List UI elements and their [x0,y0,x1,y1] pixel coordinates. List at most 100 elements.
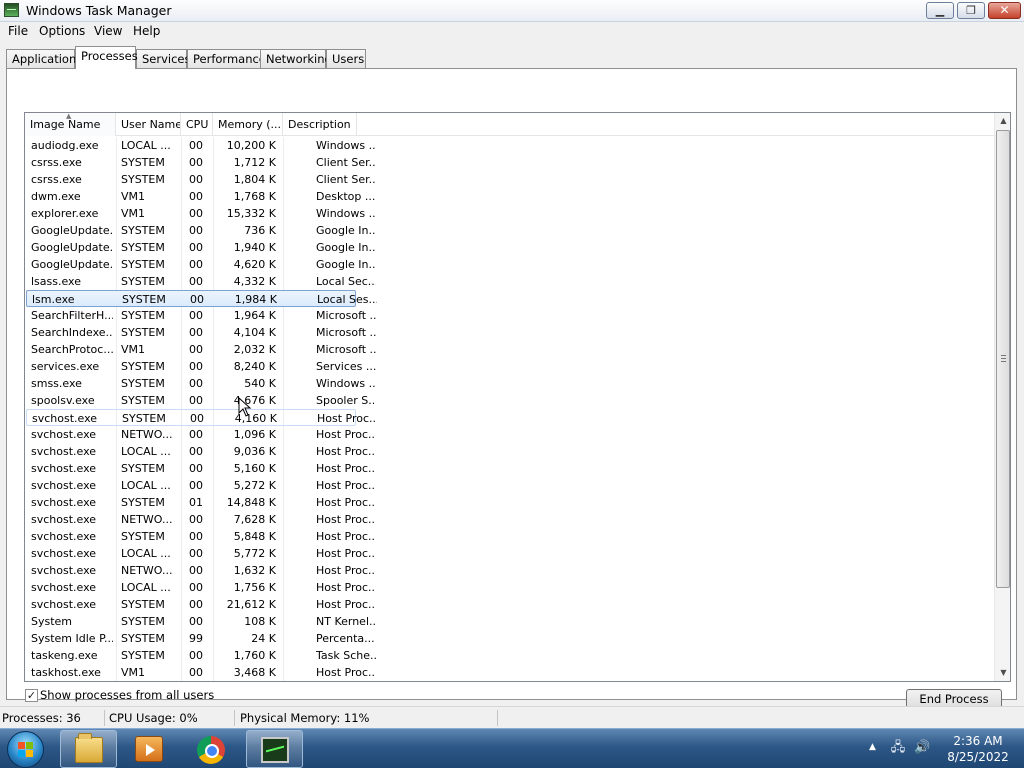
table-row[interactable]: explorer.exe VM1 00 15,332 K Windows ... [26,205,376,222]
process-cpu: 00 [189,275,203,288]
show-all-users-checkbox[interactable]: ✓ [25,689,38,702]
taskbar-task-manager-button[interactable] [246,730,303,768]
taskbar-chrome-button[interactable] [183,730,240,768]
table-row[interactable]: SearchIndexe... SYSTEM 00 4,104 K Microsoft … [26,324,376,341]
vertical-scrollbar[interactable]: ▲ ▼ [994,113,1010,681]
table-row[interactable]: svchost.exe NETWO... 00 1,096 K Host Proc... [26,426,376,443]
table-row[interactable]: csrss.exe SYSTEM 00 1,804 K Client Ser... [26,171,376,188]
table-row[interactable]: SearchFilterH... SYSTEM 00 1,964 K Microsoft… [26,307,376,324]
table-row[interactable]: audiodg.exe LOCAL ... 00 10,200 K Windows ..… [26,137,376,154]
process-cpu: 00 [189,309,203,322]
column-label: Memory (... [218,118,282,131]
table-row[interactable]: svchost.exe SYSTEM 00 5,160 K Host Proc... [26,460,376,477]
table-row[interactable]: dwm.exe VM1 00 1,768 K Desktop ... [26,188,375,205]
menu-view[interactable]: View [94,24,122,38]
table-row[interactable]: lsm.exe SYSTEM 00 1,984 K Local Ses... [26,290,377,307]
table-row[interactable]: svchost.exe SYSTEM 00 21,612 K Host Proc... [26,596,376,613]
maximize-button[interactable]: ❐ [957,2,985,19]
tab-performance[interactable]: Performance [187,49,266,68]
status-memory: Physical Memory: 11% [240,711,370,725]
column-memory[interactable]: Memory (... [213,113,283,136]
menu-options[interactable]: Options [39,24,85,38]
table-row[interactable]: csrss.exe SYSTEM 00 1,712 K Client Ser... [26,154,376,171]
process-user: SYSTEM [121,173,165,186]
close-button[interactable]: ✕ [988,2,1021,19]
table-row[interactable]: svchost.exe LOCAL ... 00 5,772 K Host Proc..… [26,545,376,562]
process-user: SYSTEM [121,258,165,271]
process-name: svchost.exe [31,530,97,543]
table-row[interactable]: svchost.exe SYSTEM 01 14,848 K Host Proc... [26,494,376,511]
process-memory: 1,984 K [234,293,277,306]
process-memory: 1,804 K [233,173,276,186]
minimize-icon: ▁ [935,4,945,17]
volume-icon[interactable]: 🔊 [914,740,930,756]
window-title: Windows Task Manager [26,3,172,18]
tab-services[interactable]: Services [136,49,191,68]
process-cpu: 00 [189,547,203,560]
column-user-name[interactable]: User Name [116,113,181,136]
scrollbar-thumb[interactable] [996,130,1010,588]
process-memory: 5,272 K [233,479,276,492]
process-cpu: 00 [189,513,203,526]
process-name: svchost.exe [31,445,97,458]
table-row[interactable]: svchost.exe NETWO... 00 1,632 K Host Proc... [26,562,376,579]
taskbar-media-player-button[interactable] [121,730,178,768]
process-list[interactable]: ▲ Image Name User Name CPU Memory (... D… [24,112,1011,682]
process-name: System [31,615,73,628]
table-row[interactable]: svchost.exe LOCAL ... 00 9,036 K Host Proc..… [26,443,376,460]
clock-date[interactable]: 8/25/2022 [942,750,1014,764]
column-image-name[interactable]: ▲ Image Name [25,113,116,136]
column-description[interactable]: Description [283,113,357,136]
folder-icon [75,733,103,763]
table-row[interactable]: svchost.exe LOCAL ... 00 1,756 K Host Proc..… [26,579,376,596]
table-row[interactable]: GoogleUpdate... SYSTEM 00 1,940 K Google In.… [26,239,376,256]
process-name: svchost.exe [31,462,97,475]
network-icon[interactable]: 🖧 [890,740,906,756]
process-cpu: 00 [189,564,203,577]
tab-processes[interactable]: Processes [75,46,138,69]
process-cpu: 00 [189,326,203,339]
table-row[interactable]: svchost.exe SYSTEM 00 5,848 K Host Proc... [26,528,376,545]
tab-users[interactable]: Users [326,49,366,68]
tab-applications[interactable]: Applications [6,49,82,68]
process-cpu: 00 [189,258,203,271]
process-cpu: 00 [189,615,203,628]
table-row[interactable]: lsass.exe SYSTEM 00 4,332 K Local Sec... [26,273,376,290]
table-row[interactable]: services.exe SYSTEM 00 8,240 K Services ... [26,358,376,375]
table-row[interactable]: svchost.exe SYSTEM 00 4,160 K Host Proc... [26,409,377,426]
table-row[interactable]: taskhost.exe VM1 00 3,468 K Host Proc... [26,664,376,681]
table-row[interactable]: GoogleUpdate... SYSTEM 00 4,620 K Google In.… [26,256,376,273]
task-manager-app-icon[interactable] [4,3,19,17]
process-name: SearchProtoc... [31,343,113,356]
table-row[interactable]: svchost.exe NETWO... 00 7,628 K Host Proc... [26,511,376,528]
process-description: Task Sche... [316,649,376,662]
scroll-up-arrow-icon[interactable]: ▲ [995,113,1010,129]
start-button[interactable] [7,731,44,768]
process-cpu: 01 [189,496,203,509]
menu-help[interactable]: Help [133,24,160,38]
table-row[interactable]: spoolsv.exe SYSTEM 00 4,676 K Spooler S... [26,392,376,409]
table-row[interactable]: svchost.exe LOCAL ... 00 5,272 K Host Proc..… [26,477,376,494]
scroll-down-arrow-icon[interactable]: ▼ [995,665,1010,681]
menu-file[interactable]: File [8,24,28,38]
process-user: LOCAL ... [121,139,171,152]
table-row[interactable]: System SYSTEM 00 108 K NT Kernel... [26,613,376,630]
column-label: Description [288,118,351,131]
clock-time[interactable]: 2:36 AM [948,734,1008,748]
table-row[interactable]: taskeng.exe SYSTEM 00 1,760 K Task Sche... [26,647,376,664]
process-name: svchost.exe [31,513,97,526]
tab-networking[interactable]: Networking [260,49,332,68]
table-row[interactable]: SearchProtoc... VM1 00 2,032 K Microsoft ... [26,341,376,358]
process-memory: 1,712 K [233,156,276,169]
process-name: SearchIndexe... [31,326,113,339]
title-bar[interactable]: Windows Task Manager ▁ ❐ ✕ [0,0,1024,22]
process-name: svchost.exe [31,598,97,611]
table-row[interactable]: System Idle P... SYSTEM 99 24 K Percenta... [26,630,375,647]
table-row[interactable]: GoogleUpdate... SYSTEM 00 736 K Google In... [26,222,376,239]
column-cpu[interactable]: CPU [181,113,213,136]
minimize-button[interactable]: ▁ [926,2,954,19]
process-memory: 1,760 K [233,649,276,662]
show-hidden-icons-icon[interactable]: ▲ [869,742,876,752]
table-row[interactable]: smss.exe SYSTEM 00 540 K Windows ... [26,375,376,392]
taskbar-explorer-button[interactable] [60,730,117,768]
